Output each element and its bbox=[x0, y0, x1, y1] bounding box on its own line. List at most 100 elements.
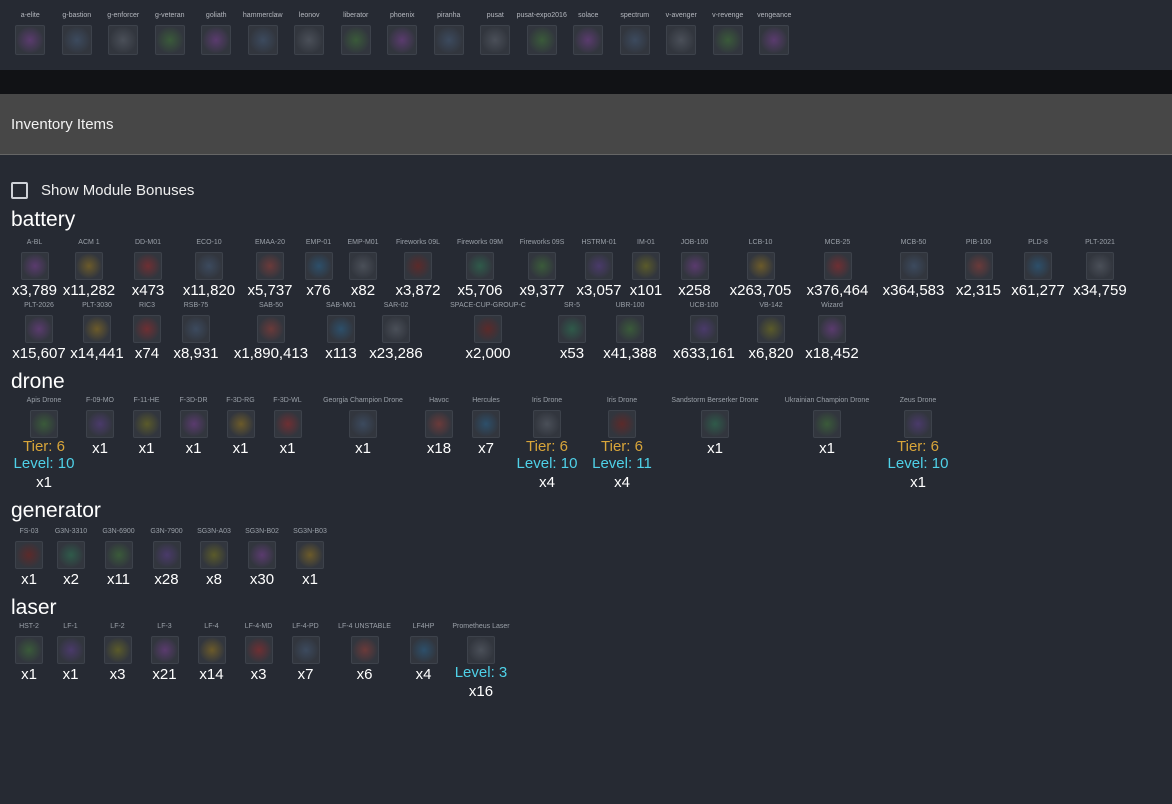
item-count: x1 bbox=[185, 440, 202, 457]
item-emaa-20[interactable]: EMAA-20 x5,737 bbox=[242, 239, 298, 299]
item-sg3n-b03[interactable]: SG3N-B03 x1 bbox=[287, 528, 333, 588]
item-lf-3[interactable]: LF-3 x21 bbox=[141, 623, 188, 683]
item-plt-2021[interactable]: PLT-2021 x34,759 bbox=[1070, 239, 1130, 299]
item-name: SG3N-B03 bbox=[293, 528, 327, 535]
ship-g-veteran[interactable]: g-veteran bbox=[147, 0, 194, 70]
ship-goliath[interactable]: goliath bbox=[193, 0, 240, 70]
item-ukrainian-champion-drone[interactable]: Ukrainian Champion Drone x1 bbox=[771, 397, 883, 457]
item-sar-02[interactable]: SAR-02 x23,286 bbox=[365, 302, 427, 362]
item-im-01[interactable]: IM-01 x101 bbox=[625, 239, 667, 299]
checkbox[interactable] bbox=[11, 182, 28, 199]
item-sg3n-b02[interactable]: SG3N-B02 x30 bbox=[237, 528, 287, 588]
ship-pusat-expo2016[interactable]: pusat-expo2016 bbox=[517, 0, 567, 70]
item-count: x82 bbox=[350, 282, 376, 299]
item-georgia-champion-drone[interactable]: Georgia Champion Drone x1 bbox=[311, 397, 415, 457]
lf-1-icon bbox=[56, 636, 85, 664]
item-lf-4[interactable]: LF-4 x14 bbox=[188, 623, 235, 683]
item-lf-2[interactable]: LF-2 x3 bbox=[94, 623, 141, 683]
item-sab-m01[interactable]: SAB-M01 x113 bbox=[317, 302, 365, 362]
item-hstrm-01[interactable]: HSTRM-01 x3,057 bbox=[573, 239, 625, 299]
item-hst-2[interactable]: HST-2 x1 bbox=[11, 623, 47, 683]
ship-spectrum[interactable]: spectrum bbox=[612, 0, 659, 70]
item-g3n-3310[interactable]: G3N-3310 x2 bbox=[47, 528, 95, 588]
item-rsb-75[interactable]: RSB-75 x8,931 bbox=[167, 302, 225, 362]
ship-a-elite[interactable]: a-elite bbox=[7, 0, 54, 70]
item-a-bl[interactable]: A-BL x3,789 bbox=[11, 239, 58, 299]
item-name: IM-01 bbox=[637, 239, 655, 246]
item-lf-4-pd[interactable]: LF-4-PD x7 bbox=[282, 623, 329, 683]
ship-pusat[interactable]: pusat bbox=[472, 0, 519, 70]
item-ubr-100[interactable]: UBR-100 x41,388 bbox=[595, 302, 665, 362]
item-sandstorm-berserker-drone[interactable]: Sandstorm Berserker Drone x1 bbox=[659, 397, 771, 457]
ship-g-bastion[interactable]: g-bastion bbox=[54, 0, 101, 70]
item-plt-3030[interactable]: PLT-3030 x14,441 bbox=[67, 302, 127, 362]
ship-v-revenge[interactable]: v-revenge bbox=[705, 0, 752, 70]
hst-2-icon bbox=[15, 636, 43, 664]
space-cup-group-c-icon bbox=[474, 315, 502, 343]
item-name: A-BL bbox=[26, 239, 43, 246]
item-sab-50[interactable]: SAB-50 x1,890,413 bbox=[225, 302, 317, 362]
ship-vengeance[interactable]: vengeance bbox=[751, 0, 798, 70]
ship-leonov[interactable]: leonov bbox=[286, 0, 333, 70]
inventory-header: Inventory Items bbox=[0, 94, 1172, 155]
item-name: SPACE-CUP-GROUP-C bbox=[450, 302, 526, 309]
ship-label: v-avenger bbox=[665, 12, 697, 19]
item-prometheus-laser[interactable]: Prometheus Laser Level: 3 x16 bbox=[447, 623, 515, 700]
item-vb-142[interactable]: VB-142 x6,820 bbox=[743, 302, 799, 362]
item-sr-5[interactable]: SR-5 x53 bbox=[549, 302, 595, 362]
item-count: x21 bbox=[152, 666, 177, 683]
ship-piranha[interactable]: piranha bbox=[426, 0, 473, 70]
item-ric3[interactable]: RIC3 x74 bbox=[127, 302, 167, 362]
item-emp-m01[interactable]: EMP-M01 x82 bbox=[339, 239, 387, 299]
item-hercules[interactable]: Hercules x7 bbox=[463, 397, 509, 457]
ship-v-avenger[interactable]: v-avenger bbox=[658, 0, 705, 70]
ship-hammerclaw[interactable]: hammerclaw bbox=[240, 0, 287, 70]
item-wizard[interactable]: Wizard x18,452 bbox=[799, 302, 865, 362]
item-ucb-100[interactable]: UCB-100 x633,161 bbox=[665, 302, 743, 362]
item-name: HST-2 bbox=[19, 623, 39, 630]
item-lf-1[interactable]: LF-1 x1 bbox=[47, 623, 94, 683]
item-fs-03[interactable]: FS-03 x1 bbox=[11, 528, 47, 588]
ship-liberator[interactable]: liberator bbox=[333, 0, 380, 70]
item-f-11-he[interactable]: F-11-HE x1 bbox=[123, 397, 170, 457]
item-fireworks-09s[interactable]: Fireworks 09S x9,377 bbox=[511, 239, 573, 299]
item-lf-4-unstable[interactable]: LF-4 UNSTABLE x6 bbox=[329, 623, 400, 683]
sandstorm-berserker-drone-icon bbox=[701, 410, 729, 438]
ship-g-enforcer[interactable]: g-enforcer bbox=[100, 0, 147, 70]
item-count: x258 bbox=[678, 282, 711, 299]
item-plt-2026[interactable]: PLT-2026 x15,607 bbox=[11, 302, 67, 362]
item-job-100[interactable]: JOB-100 x258 bbox=[667, 239, 722, 299]
ship-phoenix[interactable]: phoenix bbox=[379, 0, 426, 70]
item-eco-10[interactable]: ECO-10 x11,820 bbox=[176, 239, 242, 299]
item-space-cup-group-c[interactable]: SPACE-CUP-GROUP-C x2,000 bbox=[427, 302, 549, 362]
item-acm-1[interactable]: ACM 1 x11,282 bbox=[58, 239, 120, 299]
lf4hp-icon bbox=[409, 636, 438, 664]
item-f-3d-wl[interactable]: F-3D-WL x1 bbox=[264, 397, 311, 457]
item-havoc[interactable]: Havoc x18 bbox=[415, 397, 463, 457]
item-g3n-7900[interactable]: G3N-7900 x28 bbox=[142, 528, 191, 588]
item-dd-m01[interactable]: DD-M01 x473 bbox=[120, 239, 176, 299]
item-f-3d-dr[interactable]: F-3D-DR x1 bbox=[170, 397, 217, 457]
item-iris-drone[interactable]: Iris Drone Tier: 6 Level: 10 x4 bbox=[509, 397, 585, 491]
item-sg3n-a03[interactable]: SG3N-A03 x8 bbox=[191, 528, 237, 588]
item-mcb-50[interactable]: MCB-50 x364,583 bbox=[876, 239, 951, 299]
ship-solace[interactable]: solace bbox=[565, 0, 612, 70]
item-fireworks-09m[interactable]: Fireworks 09M x5,706 bbox=[449, 239, 511, 299]
item-apis-drone[interactable]: Apis Drone Tier: 6 Level: 10 x1 bbox=[11, 397, 77, 491]
item-f-09-mo[interactable]: F-09-MO x1 bbox=[77, 397, 123, 457]
item-emp-01[interactable]: EMP-01 x76 bbox=[298, 239, 339, 299]
item-pld-8[interactable]: PLD-8 x61,277 bbox=[1006, 239, 1070, 299]
item-pib-100[interactable]: PIB-100 x2,315 bbox=[951, 239, 1006, 299]
item-f-3d-rg[interactable]: F-3D-RG x1 bbox=[217, 397, 264, 457]
item-lf4hp[interactable]: LF4HP x4 bbox=[400, 623, 447, 683]
item-name: ECO-10 bbox=[196, 239, 222, 246]
item-g3n-6900[interactable]: G3N-6900 x11 bbox=[95, 528, 142, 588]
module-bonuses-toggle[interactable]: Show Module Bonuses bbox=[11, 182, 1172, 199]
item-lf-4-md[interactable]: LF-4-MD x3 bbox=[235, 623, 282, 683]
item-fireworks-09l[interactable]: Fireworks 09L x3,872 bbox=[387, 239, 449, 299]
item-mcb-25[interactable]: MCB-25 x376,464 bbox=[799, 239, 876, 299]
item-lcb-10[interactable]: LCB-10 x263,705 bbox=[722, 239, 799, 299]
item-name: PLT-3030 bbox=[82, 302, 112, 309]
item-zeus-drone[interactable]: Zeus Drone Tier: 6 Level: 10 x1 bbox=[883, 397, 953, 491]
item-iris-drone[interactable]: Iris Drone Tier: 6 Level: 11 x4 bbox=[585, 397, 659, 491]
